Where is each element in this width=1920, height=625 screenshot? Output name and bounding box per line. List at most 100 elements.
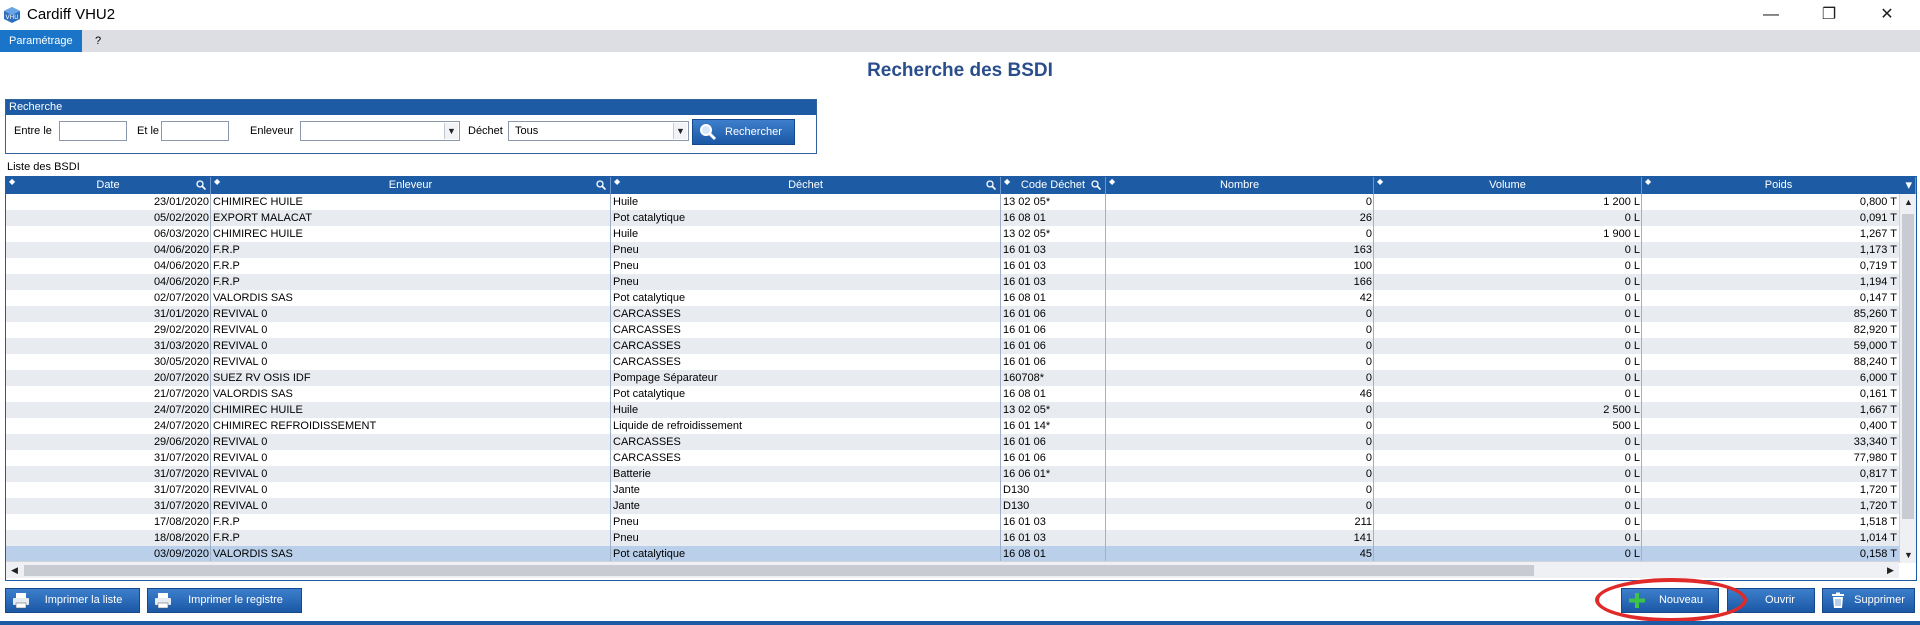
cell-code-dechet: 13 02 05* (1003, 404, 1051, 416)
cell-poids: 82,920 T (1853, 324, 1897, 336)
sort-icon[interactable]: ◆ (9, 178, 15, 186)
table-row[interactable]: 31/07/2020 REVIVAL 0 Jante D130 0 0 L 1,720 T (6, 498, 1899, 514)
table-row[interactable]: 04/06/2020 F.R.P Pneu 16 01 03 166 0 L 1,194 T (6, 274, 1899, 290)
column-search-icon[interactable] (596, 180, 606, 190)
table-row[interactable]: 31/07/2020 REVIVAL 0 CARCASSES 16 01 06 0 0 L… (6, 450, 1899, 466)
cell-dechet: Pot catalytique (613, 212, 686, 224)
dechet-select[interactable]: Tous ▼ (508, 121, 689, 141)
column-divider (1000, 194, 1001, 561)
column-header-volume[interactable]: ◆ Volume (1374, 177, 1642, 194)
sort-icon[interactable]: ◆ (614, 178, 620, 186)
table-row[interactable]: 24/07/2020 CHIMIREC REFROIDISSEMENT Liquid… (6, 418, 1899, 434)
cell-code-dechet: 16 01 03 (1003, 516, 1046, 528)
column-header-date[interactable]: ◆ Date (6, 177, 211, 194)
menu-parametrage[interactable]: Paramétrage (0, 30, 82, 52)
enleveur-select[interactable]: ▼ (300, 121, 460, 141)
sort-icon[interactable]: ◆ (1645, 178, 1651, 186)
sort-icon[interactable]: ◆ (1004, 178, 1010, 186)
column-search-icon[interactable] (196, 180, 206, 190)
cell-code-dechet: 16 01 06 (1003, 308, 1046, 320)
table-row[interactable]: 31/07/2020 REVIVAL 0 Batterie 16 06 01* 0 0 L… (6, 466, 1899, 482)
print-register-button[interactable]: Imprimer le registre (147, 588, 302, 613)
cell-poids: 1,518 T (1859, 516, 1897, 528)
table-row[interactable]: 31/01/2020 REVIVAL 0 CARCASSES 16 01 06 0 0 L… (6, 306, 1899, 322)
table-row[interactable]: 02/07/2020 VALORDIS SAS Pot catalytique 16 … (6, 290, 1899, 306)
table-row[interactable]: 17/08/2020 F.R.P Pneu 16 01 03 211 0 L 1,518 T (6, 514, 1899, 530)
table-row[interactable]: 05/02/2020 EXPORT MALACAT Pot catalytique 1… (6, 210, 1899, 226)
table-row[interactable]: 06/03/2020 CHIMIREC HUILE Huile 13 02 05* 0 1… (6, 226, 1899, 242)
table-row[interactable]: 04/06/2020 F.R.P Pneu 16 01 03 163 0 L 1,173 T (6, 242, 1899, 258)
scroll-left-icon[interactable]: ◀ (6, 562, 23, 578)
from-date-input[interactable] (59, 121, 127, 141)
cell-enleveur: REVIVAL 0 (213, 340, 268, 352)
column-header-code-dechet[interactable]: ◆ Code Déchet (1001, 177, 1106, 194)
scroll-up-icon[interactable]: ▲ (1900, 194, 1916, 210)
cell-date: 20/07/2020 (153, 372, 209, 384)
column-header-nombre[interactable]: ◆ Nombre (1106, 177, 1374, 194)
table-row[interactable]: 24/07/2020 CHIMIREC HUILE Huile 13 02 05* 0 2… (6, 402, 1899, 418)
new-button[interactable]: Nouveau (1621, 588, 1719, 613)
cell-nombre: 141 (1353, 532, 1372, 544)
table-row[interactable]: 31/07/2020 REVIVAL 0 Jante D130 0 0 L 1,720 T (6, 482, 1899, 498)
cell-code-dechet: 13 02 05* (1003, 196, 1051, 208)
menu-help[interactable]: ? (86, 30, 110, 52)
column-search-icon[interactable] (1091, 180, 1101, 190)
sort-icon[interactable]: ◆ (1109, 178, 1115, 186)
cell-poids: 0,719 T (1859, 260, 1897, 272)
delete-button[interactable]: Supprimer (1822, 588, 1915, 613)
cell-code-dechet: 16 01 06 (1003, 356, 1046, 368)
search-button[interactable]: Rechercher (692, 119, 795, 145)
cell-volume: 0 L (1624, 388, 1640, 400)
print-list-button[interactable]: Imprimer la liste (5, 588, 140, 613)
close-button[interactable]: ✕ (1864, 0, 1910, 30)
table-row[interactable]: 04/06/2020 F.R.P Pneu 16 01 03 100 0 L 0,719 T (6, 258, 1899, 274)
table-row[interactable]: 21/07/2020 VALORDIS SAS Pot catalytique 16 … (6, 386, 1899, 402)
cell-dechet: Pot catalytique (613, 388, 686, 400)
vertical-scroll-thumb[interactable] (1902, 214, 1914, 519)
cell-nombre: 0 (1365, 196, 1372, 208)
cell-poids: 0,400 T (1859, 420, 1897, 432)
cell-poids: 1,720 T (1859, 500, 1897, 512)
scroll-down-icon[interactable]: ▼ (1900, 547, 1916, 563)
table-row[interactable]: 20/07/2020 SUEZ RV OSIS IDF Pompage Sépara… (6, 370, 1899, 386)
column-header-poids[interactable]: ◆ Poids (1642, 177, 1916, 194)
cell-code-dechet: 16 08 01 (1003, 212, 1046, 224)
cell-enleveur: REVIVAL 0 (213, 468, 268, 480)
cell-date: 05/02/2020 (153, 212, 209, 224)
to-date-input[interactable] (161, 121, 229, 141)
cell-date: 31/07/2020 (153, 452, 209, 464)
cell-date: 24/07/2020 (153, 404, 209, 416)
table-row[interactable]: 18/08/2020 F.R.P Pneu 16 01 03 141 0 L 1,014 T (6, 530, 1899, 546)
horizontal-scroll-thumb[interactable] (24, 565, 1534, 576)
column-header-dechet[interactable]: ◆ Déchet (611, 177, 1001, 194)
horizontal-scrollbar[interactable]: ◀ ▶ (6, 561, 1899, 578)
cell-enleveur: F.R.P (213, 244, 240, 256)
column-header-enleveur[interactable]: ◆ Enleveur (211, 177, 611, 194)
open-button[interactable]: Ouvrir (1727, 588, 1815, 613)
table-row[interactable]: 31/03/2020 REVIVAL 0 CARCASSES 16 01 06 0 0 L… (6, 338, 1899, 354)
cell-code-dechet: 16 01 03 (1003, 276, 1046, 288)
minimize-button[interactable]: — (1748, 0, 1794, 30)
column-header-label: Poids (1764, 179, 1793, 191)
cell-nombre: 45 (1359, 548, 1372, 560)
sort-icon[interactable]: ◆ (214, 178, 220, 186)
table-row[interactable]: 03/09/2020 VALORDIS SAS Pot catalytique 16 … (6, 546, 1899, 562)
sort-icon[interactable]: ◆ (1377, 178, 1383, 186)
cell-nombre: 42 (1359, 292, 1372, 304)
cell-code-dechet: 16 01 03 (1003, 260, 1046, 272)
table-row[interactable]: 29/02/2020 REVIVAL 0 CARCASSES 16 01 06 0 0 L… (6, 322, 1899, 338)
cell-dechet: CARCASSES (613, 324, 681, 336)
scroll-right-icon[interactable]: ▶ (1882, 562, 1899, 578)
cell-date: 02/07/2020 (153, 292, 209, 304)
cell-volume: 0 L (1624, 340, 1640, 352)
table-row[interactable]: 30/05/2020 REVIVAL 0 CARCASSES 16 01 06 0 0 L… (6, 354, 1899, 370)
maximize-button[interactable]: ❐ (1806, 0, 1852, 30)
column-search-icon[interactable] (986, 180, 996, 190)
table-row[interactable]: 23/01/2020 CHIMIREC HUILE Huile 13 02 05* 0 1… (6, 194, 1899, 210)
vertical-scrollbar[interactable]: ▲ ▼ (1899, 194, 1916, 563)
cell-nombre: 211 (1354, 516, 1372, 528)
column-menu-icon[interactable]: ▾ (1905, 177, 1912, 192)
cell-volume: 0 L (1624, 308, 1640, 320)
cell-enleveur: REVIVAL 0 (213, 356, 268, 368)
table-row[interactable]: 29/06/2020 REVIVAL 0 CARCASSES 16 01 06 0 0 L… (6, 434, 1899, 450)
